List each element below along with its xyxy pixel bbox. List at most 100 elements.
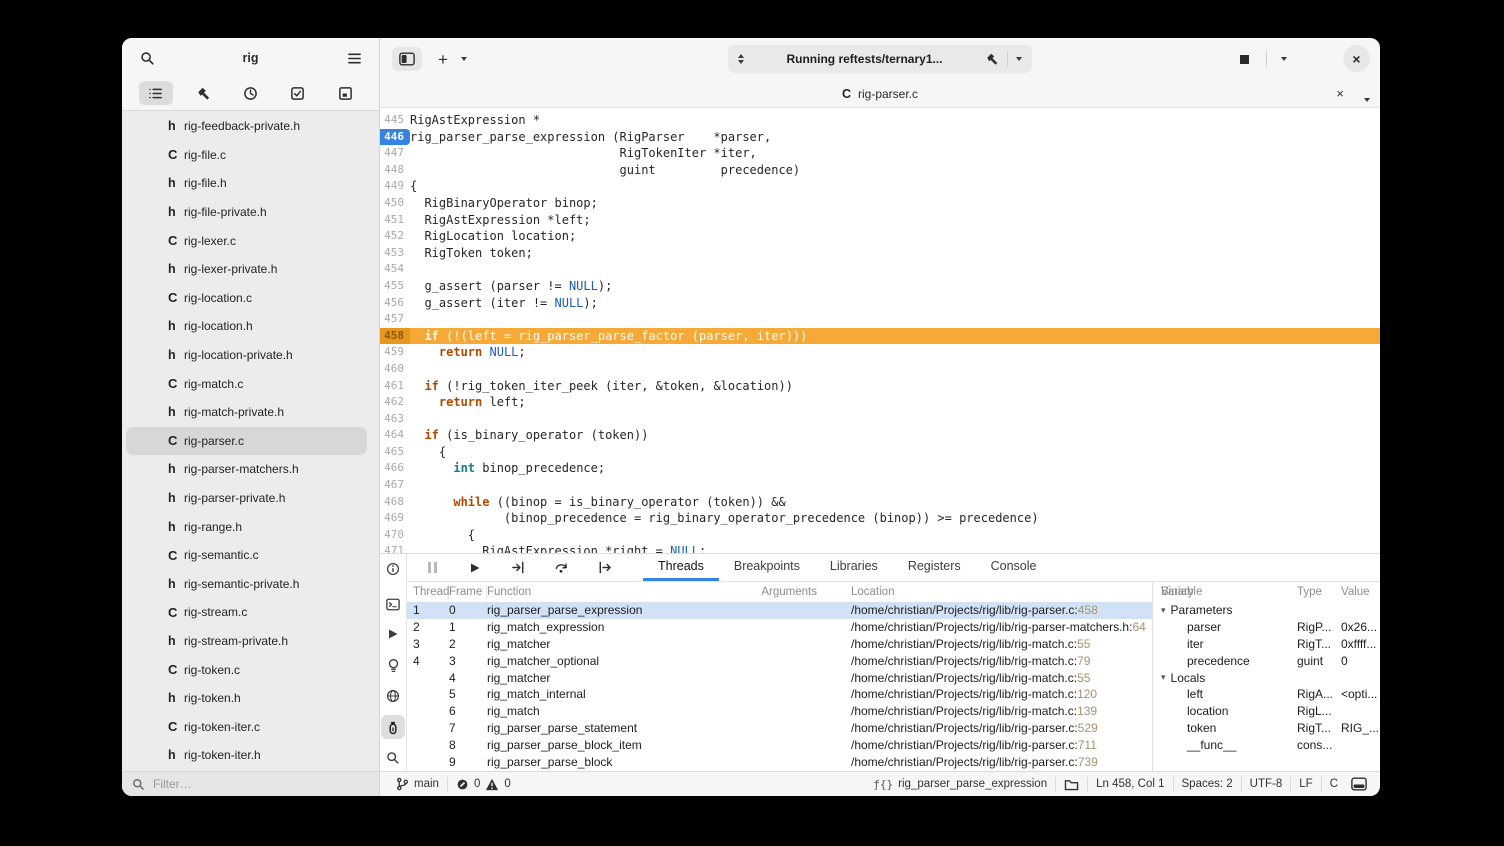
column-header[interactable]: Value — [1341, 586, 1380, 598]
window-close-button[interactable]: × — [1343, 45, 1370, 72]
column-header[interactable]: Type — [1297, 586, 1341, 598]
stack-frame-row[interactable]: 43rig_matcher_optional/home/christian/Pr… — [407, 652, 1152, 669]
sidebar-tab-documentation[interactable] — [328, 81, 362, 105]
current-function[interactable]: ƒ{} rig_parser_parse_expression — [865, 772, 1055, 796]
stack-frame-row[interactable]: 21rig_match_expression/home/christian/Pr… — [407, 619, 1152, 636]
variable-row[interactable]: parserRigP...0x26... — [1153, 619, 1380, 636]
step-into-button[interactable] — [505, 556, 531, 580]
branch-indicator[interactable]: main — [388, 772, 447, 796]
file-item[interactable]: Crig-token-iter.c — [126, 712, 367, 741]
line-number[interactable]: 447 — [380, 145, 410, 162]
debugger-tab-threads[interactable]: Threads — [643, 554, 719, 581]
line-number[interactable]: 452 — [380, 228, 410, 245]
variable-group[interactable]: ▾Locals — [1153, 669, 1380, 686]
new-tab-button[interactable]: + — [430, 47, 456, 71]
column-header[interactable]: Arguments — [739, 586, 831, 598]
file-item[interactable]: hrig-token.h — [126, 684, 367, 713]
run-dropdown[interactable] — [1276, 47, 1292, 71]
file-item[interactable]: Crig-semantic.c — [126, 541, 367, 570]
line-number[interactable]: 470 — [380, 527, 410, 544]
sidebar-tab-history[interactable] — [233, 81, 267, 105]
stack-frame-row[interactable]: 4rig_matcher/home/christian/Projects/rig… — [407, 669, 1152, 686]
line-number[interactable]: 468 — [380, 494, 410, 511]
file-item[interactable]: Crig-file.c — [126, 141, 367, 170]
stack-frame-row[interactable]: 6rig_match/home/christian/Projects/rig/l… — [407, 703, 1152, 720]
file-item[interactable]: hrig-file.h — [126, 169, 367, 198]
variable-row[interactable]: tokenRigT...RIG_... — [1153, 720, 1380, 737]
debugger-panel-button[interactable] — [381, 715, 405, 739]
cursor-position[interactable]: Ln 458, Col 1 — [1088, 772, 1172, 796]
editor-tab[interactable]: C rig-parser.c — [380, 80, 1380, 107]
line-number[interactable]: 462 — [380, 394, 410, 411]
line-number[interactable]: 449 — [380, 178, 410, 195]
search-panel-button[interactable] — [381, 746, 405, 770]
sidebar-tab-outline[interactable] — [139, 81, 173, 105]
line-number[interactable]: 446 — [380, 129, 410, 146]
stack-frame-row[interactable]: 10rig_parser_parse_expression/home/chris… — [407, 602, 1152, 619]
stack-frame-row[interactable]: 7rig_parser_parse_statement/home/christi… — [407, 720, 1152, 737]
encoding-setting[interactable]: UTF-8 — [1242, 772, 1291, 796]
line-number[interactable]: 458 — [380, 328, 410, 345]
debugger-tab-libraries[interactable]: Libraries — [815, 554, 893, 581]
line-number[interactable]: 455 — [380, 278, 410, 295]
column-header[interactable]: Location — [831, 586, 1161, 598]
file-item[interactable]: Crig-token.c — [126, 655, 367, 684]
variable-group[interactable]: ▾Parameters — [1153, 602, 1380, 619]
toggle-bottom-panel-button[interactable] — [1346, 772, 1372, 796]
variable-row[interactable]: precedenceguint0 — [1153, 652, 1380, 669]
file-item[interactable]: Crig-match.c — [126, 369, 367, 398]
file-item[interactable]: hrig-location-private.h — [126, 341, 367, 370]
column-header[interactable]: Thread — [413, 585, 449, 599]
tab-close-icon[interactable]: × — [1336, 86, 1344, 101]
web-panel-button[interactable] — [381, 684, 405, 708]
line-ending-setting[interactable]: LF — [1291, 772, 1320, 796]
file-item[interactable]: hrig-match-private.h — [126, 398, 367, 427]
stop-button[interactable] — [1231, 47, 1257, 71]
menu-icon[interactable] — [341, 46, 367, 70]
build-dropdown-icon[interactable] — [1016, 57, 1022, 61]
debugger-tab-breakpoints[interactable]: Breakpoints — [719, 554, 815, 581]
line-number[interactable]: 456 — [380, 295, 410, 312]
tab-list-dropdown[interactable] — [1364, 91, 1370, 105]
file-item[interactable]: Crig-parser.c — [126, 427, 367, 456]
variable-row[interactable]: iterRigT...0xffff... — [1153, 636, 1380, 653]
line-number[interactable]: 450 — [380, 195, 410, 212]
file-item[interactable]: hrig-parser-private.h — [126, 484, 367, 513]
terminal-panel-button[interactable] — [381, 592, 405, 616]
line-number[interactable]: 457 — [380, 311, 410, 328]
stack-frame-row[interactable]: 9rig_parser_parse_block/home/christian/P… — [407, 753, 1152, 770]
line-number[interactable]: 460 — [380, 361, 410, 378]
step-over-button[interactable] — [548, 556, 574, 580]
file-item[interactable]: hrig-stream-private.h — [126, 627, 367, 656]
stack-frame-row[interactable]: 32rig_matcher/home/christian/Projects/ri… — [407, 636, 1152, 653]
variable-row[interactable]: __func__cons... — [1153, 736, 1380, 753]
file-item[interactable]: hrig-location.h — [126, 312, 367, 341]
build-hammer-icon[interactable] — [985, 52, 999, 66]
line-number[interactable]: 459 — [380, 344, 410, 361]
column-header[interactable]: Frame — [449, 585, 487, 599]
file-item[interactable]: Crig-lexer.c — [126, 226, 367, 255]
run-panel-button[interactable] — [381, 622, 405, 646]
suggestions-panel-button[interactable] — [381, 653, 405, 677]
file-item[interactable]: hrig-parser-matchers.h — [126, 455, 367, 484]
continue-button[interactable] — [462, 556, 488, 580]
filter-input[interactable] — [151, 776, 305, 792]
diagnostics-indicator[interactable]: 0 0 — [448, 772, 519, 796]
toggle-left-panel-button[interactable] — [392, 47, 422, 71]
new-tab-dropdown[interactable] — [456, 47, 472, 71]
line-number[interactable]: 453 — [380, 245, 410, 262]
line-number[interactable]: 471 — [380, 543, 410, 553]
line-number[interactable]: 469 — [380, 510, 410, 527]
line-number[interactable]: 454 — [380, 261, 410, 278]
variable-row[interactable]: locationRigL... — [1153, 703, 1380, 720]
language-mode[interactable]: C — [1322, 772, 1346, 796]
step-out-button[interactable] — [591, 556, 617, 580]
column-header[interactable]: Function — [487, 586, 739, 598]
debugger-tab-registers[interactable]: Registers — [893, 554, 976, 581]
file-item[interactable]: Crig-location.c — [126, 284, 367, 313]
stack-frame-row[interactable]: 8rig_parser_parse_block_item/home/christ… — [407, 736, 1152, 753]
file-item[interactable]: hrig-file-private.h — [126, 198, 367, 227]
file-item[interactable]: hrig-semantic-private.h — [126, 570, 367, 599]
pause-button[interactable] — [419, 556, 445, 580]
code-editor[interactable]: 445RigAstExpression *446rig_parser_parse… — [380, 108, 1380, 553]
